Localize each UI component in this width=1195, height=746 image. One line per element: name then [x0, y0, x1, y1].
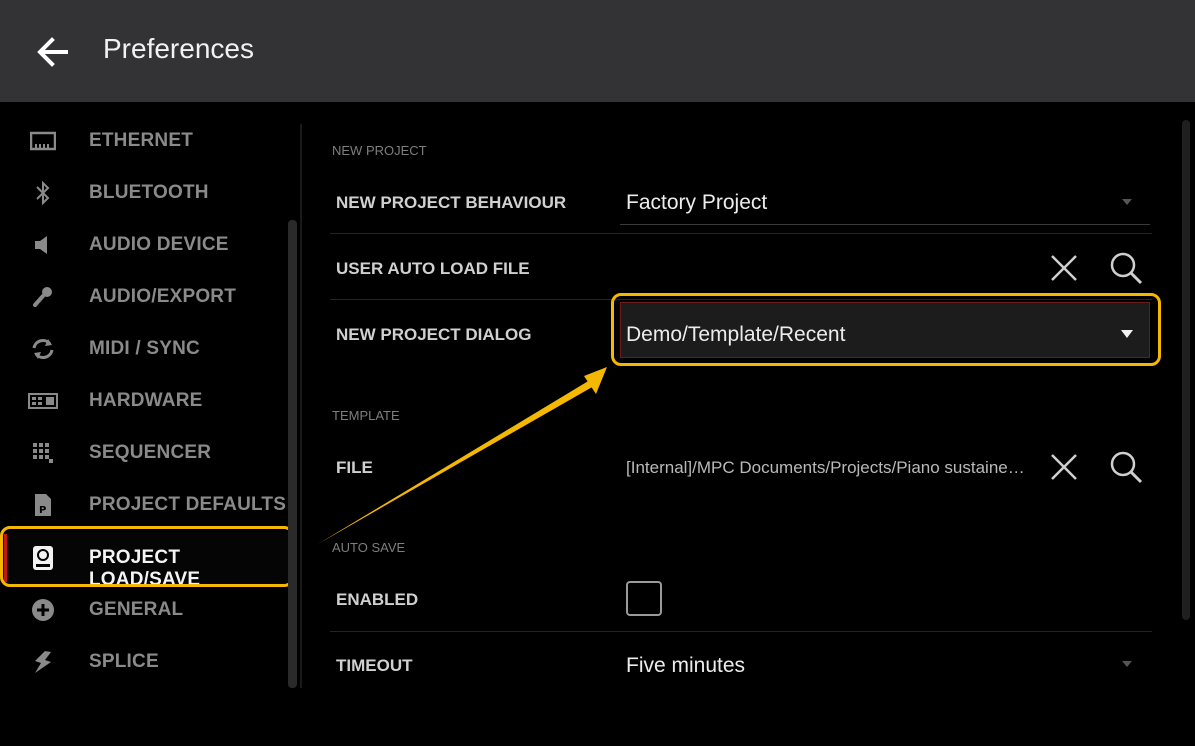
document-icon: P [28, 492, 58, 518]
sidebar-item-ethernet[interactable]: ETHERNET [0, 115, 292, 167]
back-button[interactable] [30, 30, 74, 74]
auto-save-timeout-select[interactable]: Five minutes [626, 654, 745, 678]
auto-save-timeout-label: TIMEOUT [336, 656, 413, 675]
grid-icon [28, 440, 58, 466]
close-icon [1051, 454, 1077, 480]
sync-icon [28, 336, 58, 362]
sidebar-item-label: SEQUENCER [89, 442, 212, 463]
back-arrow-icon [37, 37, 68, 67]
highlight-box-sidebar [0, 526, 294, 587]
bluetooth-icon [28, 180, 58, 206]
auto-save-enabled-checkbox[interactable] [626, 581, 662, 616]
sidebar-item-sequencer[interactable]: SEQUENCER [0, 427, 292, 479]
new-project-behaviour-label: NEW PROJECT BEHAVIOUR [336, 193, 567, 212]
browse-auto-load-button[interactable] [1106, 248, 1146, 288]
sidebar-item-bluetooth[interactable]: BLUETOOTH [0, 167, 292, 219]
clear-template-file-button[interactable] [1044, 447, 1084, 487]
sidebar-item-audio-export[interactable]: AUDIO/EXPORT [0, 271, 292, 323]
close-icon [1051, 255, 1077, 281]
sidebar-item-general[interactable]: GENERAL [0, 584, 292, 636]
sidebar-item-midi-sync[interactable]: MIDI / SYNC [0, 323, 292, 375]
browse-template-file-button[interactable] [1106, 447, 1146, 487]
hardware-icon [28, 388, 58, 414]
sidebar-item-splice[interactable]: SPLICE [0, 636, 292, 688]
sidebar-item-label: GENERAL [89, 599, 184, 620]
section-heading-auto-save: AUTO SAVE [332, 540, 406, 555]
microphone-icon [28, 284, 58, 310]
plus-circle-icon [28, 597, 58, 623]
sidebar-scrollbar[interactable] [288, 220, 297, 688]
sidebar-item-hardware[interactable]: HARDWARE [0, 375, 292, 427]
clear-auto-load-button[interactable] [1044, 248, 1084, 288]
sidebar-item-label: HARDWARE [89, 390, 203, 411]
search-icon [1110, 252, 1143, 285]
sidebar-item-label: ETHERNET [89, 130, 193, 151]
section-heading-template: TEMPLATE [332, 408, 400, 423]
template-file-label: FILE [336, 458, 373, 477]
highlight-box-dropdown [611, 293, 1161, 366]
sidebar-item-label: AUDIO DEVICE [89, 234, 229, 255]
new-project-dialog-label: NEW PROJECT DIALOG [336, 325, 532, 344]
sidebar-item-label: SPLICE [89, 651, 159, 672]
ethernet-icon [28, 128, 58, 154]
sidebar: ETHERNET BLUETOOTH AUDIO DEVICE AUDIO/EX… [0, 102, 300, 746]
auto-save-enabled-label: ENABLED [336, 590, 419, 609]
sidebar-item-label: BLUETOOTH [89, 182, 209, 203]
header-bar: Preferences [0, 0, 1195, 102]
sidebar-item-label: AUDIO/EXPORT [89, 286, 237, 307]
template-file-path: [Internal]/MPC Documents/Projects/Piano … [626, 458, 1026, 477]
speaker-icon [28, 232, 58, 258]
chevron-down-icon [1122, 199, 1132, 205]
section-heading-new-project: NEW PROJECT [332, 143, 427, 158]
sidebar-item-label: PROJECT DEFAULTS [89, 494, 287, 515]
sidebar-item-label: MIDI / SYNC [89, 338, 200, 359]
sidebar-item-project-defaults[interactable]: P PROJECT DEFAULTS [0, 479, 292, 531]
main-scrollbar[interactable] [1182, 120, 1190, 620]
dropdown-underline [620, 224, 1150, 225]
svg-text:P: P [39, 505, 46, 516]
splice-icon [28, 649, 58, 675]
new-project-behaviour-select[interactable]: Factory Project [626, 191, 767, 215]
chevron-down-icon [1122, 661, 1132, 667]
sidebar-item-audio-device[interactable]: AUDIO DEVICE [0, 219, 292, 271]
user-auto-load-file-label: USER AUTO LOAD FILE [336, 259, 530, 278]
row-divider [330, 631, 1152, 632]
search-icon [1110, 451, 1143, 484]
page-title: Preferences [103, 33, 254, 64]
panel-divider [300, 124, 302, 688]
row-divider [330, 233, 1152, 234]
